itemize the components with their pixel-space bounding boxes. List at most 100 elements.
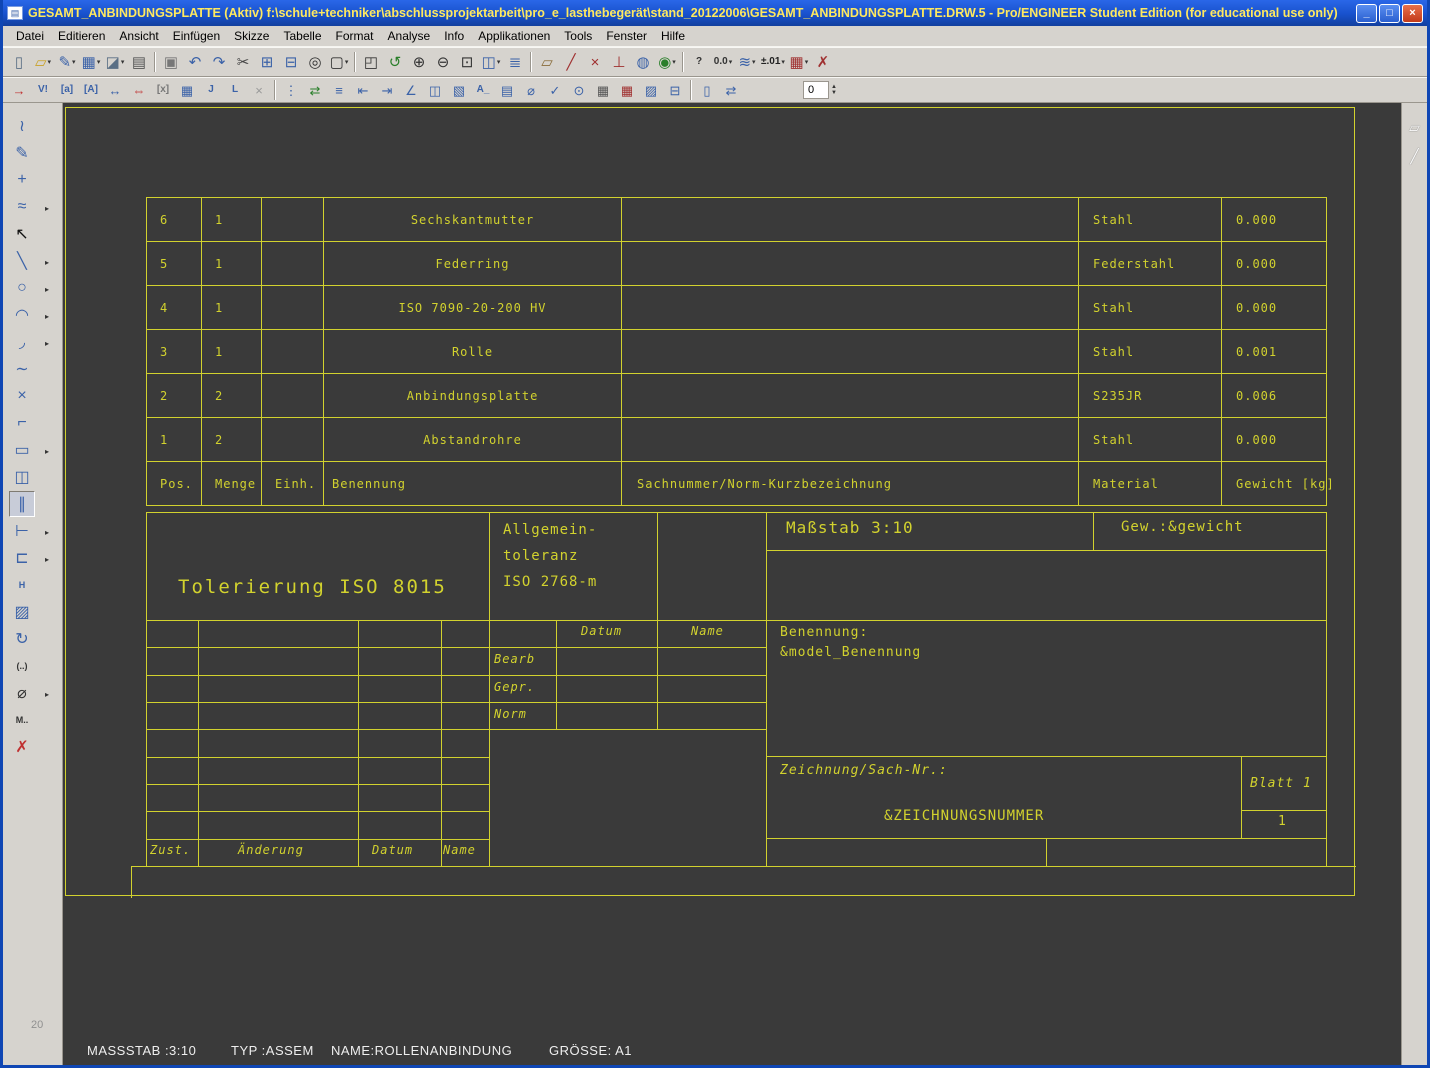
- hatch-area-icon[interactable]: ▧: [448, 79, 470, 101]
- menu-datei[interactable]: Datei: [9, 27, 51, 45]
- search-icon[interactable]: ◎: [304, 51, 326, 73]
- cut-icon[interactable]: ✂: [232, 51, 254, 73]
- mirror-tool-icon[interactable]: ◫: [9, 464, 35, 490]
- context-help-icon[interactable]: ?: [688, 51, 710, 73]
- verify-icon[interactable]: V!: [32, 79, 54, 101]
- dropdown-arrow-icon[interactable]: ▾: [781, 58, 785, 66]
- arc-tool-icon[interactable]: ◠▸: [9, 302, 35, 328]
- point-tool-icon[interactable]: ×: [9, 383, 35, 409]
- print-icon[interactable]: ▤: [128, 51, 150, 73]
- undo-icon[interactable]: ↶: [184, 51, 206, 73]
- flyout-arrow-icon[interactable]: ▸: [45, 204, 49, 213]
- ref-dimension-icon[interactable]: ⇔: [128, 79, 150, 101]
- layers-icon[interactable]: ≣: [504, 51, 526, 73]
- dropdown-arrow-icon[interactable]: ▾: [72, 58, 76, 66]
- menu-applikationen[interactable]: Applikationen: [471, 27, 557, 45]
- flyout-arrow-icon[interactable]: ▸: [45, 528, 49, 537]
- select-box-icon[interactable]: ▢▾: [328, 51, 350, 73]
- zoom-window-icon[interactable]: ◰: [360, 51, 382, 73]
- align-right-icon[interactable]: ⇥: [376, 79, 398, 101]
- balloon-icon[interactable]: ⊙: [568, 79, 590, 101]
- text-tool-icon[interactable]: H: [9, 572, 35, 598]
- menu-ansicht[interactable]: Ansicht: [112, 27, 165, 45]
- hatch-tool-icon[interactable]: ▨: [9, 599, 35, 625]
- new-file-icon[interactable]: ▯: [8, 51, 30, 73]
- datum-planes-icon[interactable]: ▱: [536, 51, 558, 73]
- dropdown-arrow-icon[interactable]: ▾: [672, 58, 676, 66]
- diameter-symbol-icon[interactable]: ⌀: [520, 79, 542, 101]
- shaded-view-icon[interactable]: ◍: [632, 51, 654, 73]
- close-button[interactable]: ×: [1402, 4, 1423, 23]
- table-grid-icon[interactable]: ▦: [592, 79, 614, 101]
- sheet-swap-icon[interactable]: ⇄: [720, 79, 742, 101]
- sheet-number-spinner[interactable]: 0 ▲ ▼: [803, 81, 837, 99]
- dropdown-arrow-icon[interactable]: ▾: [805, 58, 809, 66]
- spline-tool-icon[interactable]: ∼: [9, 356, 35, 382]
- line-tool-icon[interactable]: ╲▸: [9, 248, 35, 274]
- title-bar[interactable]: ▤ GESAMT_ANBINDUNGSPLATTE (Aktiv) f:\sch…: [3, 0, 1427, 26]
- note-upper-icon[interactable]: [A]: [80, 79, 102, 101]
- table-highlight-icon[interactable]: ▦: [616, 79, 638, 101]
- fillet-tool-icon[interactable]: ◞▸: [9, 329, 35, 355]
- datum-l-icon[interactable]: L: [224, 79, 246, 101]
- flip-arrow-icon[interactable]: ⇄: [304, 79, 326, 101]
- balloon-j-icon[interactable]: J: [200, 79, 222, 101]
- dropdown-arrow-icon[interactable]: ▾: [97, 58, 101, 66]
- chamfer-tool-icon[interactable]: ⌐: [9, 410, 35, 436]
- dropdown-arrow-icon[interactable]: ▾: [752, 58, 756, 66]
- close-panel-icon[interactable]: ✗: [812, 51, 834, 73]
- point-plus-icon[interactable]: +: [9, 167, 35, 193]
- dropdown-arrow-icon[interactable]: ▾: [48, 58, 52, 66]
- minimize-button[interactable]: _: [1356, 4, 1377, 23]
- flyout-arrow-icon[interactable]: ▸: [45, 258, 49, 267]
- gray-x-icon[interactable]: ×: [248, 79, 270, 101]
- flyout-arrow-icon[interactable]: ▸: [45, 312, 49, 321]
- spin-center-icon[interactable]: ↺: [384, 51, 406, 73]
- saved-views-icon[interactable]: ◫▾: [480, 51, 502, 73]
- dimension-icon[interactable]: ↔: [104, 79, 126, 101]
- redo-icon[interactable]: ↷: [208, 51, 230, 73]
- flyout-arrow-icon[interactable]: ▸: [45, 339, 49, 348]
- sheet-format-icon[interactable]: ▱: [1409, 119, 1420, 136]
- menu-skizze[interactable]: Skizze: [227, 27, 276, 45]
- align-dims-icon[interactable]: ⋮: [280, 79, 302, 101]
- baseline-dim-icon[interactable]: M..: [9, 707, 35, 733]
- zoom-out-icon[interactable]: ⊖: [432, 51, 454, 73]
- sheet-setup-icon[interactable]: ▯: [696, 79, 718, 101]
- paste-icon[interactable]: ⊟: [280, 51, 302, 73]
- copy-icon[interactable]: ⊞: [256, 51, 278, 73]
- zoom-in-icon[interactable]: ⊕: [408, 51, 430, 73]
- open-folder-icon[interactable]: ▱▾: [32, 51, 54, 73]
- menu-fenster[interactable]: Fenster: [599, 27, 654, 45]
- note-lower-icon[interactable]: [a]: [56, 79, 78, 101]
- refit-icon[interactable]: ⊡: [456, 51, 478, 73]
- table-merge-icon[interactable]: ⊟: [664, 79, 686, 101]
- dim-display-icon[interactable]: 0.0▾: [712, 51, 734, 73]
- tolerance-icon[interactable]: ±.01▾: [760, 51, 786, 73]
- menu-analyse[interactable]: Analyse: [381, 27, 438, 45]
- rectangle-tool-icon[interactable]: ▭▸: [9, 437, 35, 463]
- clipboard-icon[interactable]: ▣: [160, 51, 182, 73]
- circle-tool-icon[interactable]: ○▸: [9, 275, 35, 301]
- select-arrow-icon[interactable]: ↖: [9, 221, 35, 247]
- draft-line-icon[interactable]: ╱: [1410, 148, 1418, 165]
- flyout-arrow-icon[interactable]: ▸: [45, 447, 49, 456]
- spline-arrow-icon[interactable]: ≈▸: [9, 194, 35, 220]
- menu-tools[interactable]: Tools: [557, 27, 599, 45]
- angle-dim-icon[interactable]: ∠: [400, 79, 422, 101]
- menu-info[interactable]: Info: [437, 27, 471, 45]
- ordinate-dim-icon[interactable]: (..): [9, 653, 35, 679]
- diameter-dim-icon[interactable]: ⌀▸: [9, 680, 35, 706]
- dropdown-arrow-icon[interactable]: ▾: [497, 58, 501, 66]
- cylinder-icon[interactable]: ◫: [424, 79, 446, 101]
- trim-tool-icon[interactable]: ⊢▸: [9, 518, 35, 544]
- table-insert-icon[interactable]: ▦: [176, 79, 198, 101]
- sketch-edit-icon[interactable]: ✎: [9, 140, 35, 166]
- table-format-icon[interactable]: ▦▾: [788, 51, 810, 73]
- spinner-down-icon[interactable]: ▼: [831, 90, 837, 96]
- maximize-button[interactable]: □: [1379, 4, 1400, 23]
- drawing-canvas[interactable]: 61SechskantmutterStahl0.00051FederringFe…: [63, 103, 1401, 1065]
- csys-display-icon[interactable]: ⊥: [608, 51, 630, 73]
- hatch-pattern-icon[interactable]: ▨: [640, 79, 662, 101]
- menu-einfügen[interactable]: Einfügen: [166, 27, 227, 45]
